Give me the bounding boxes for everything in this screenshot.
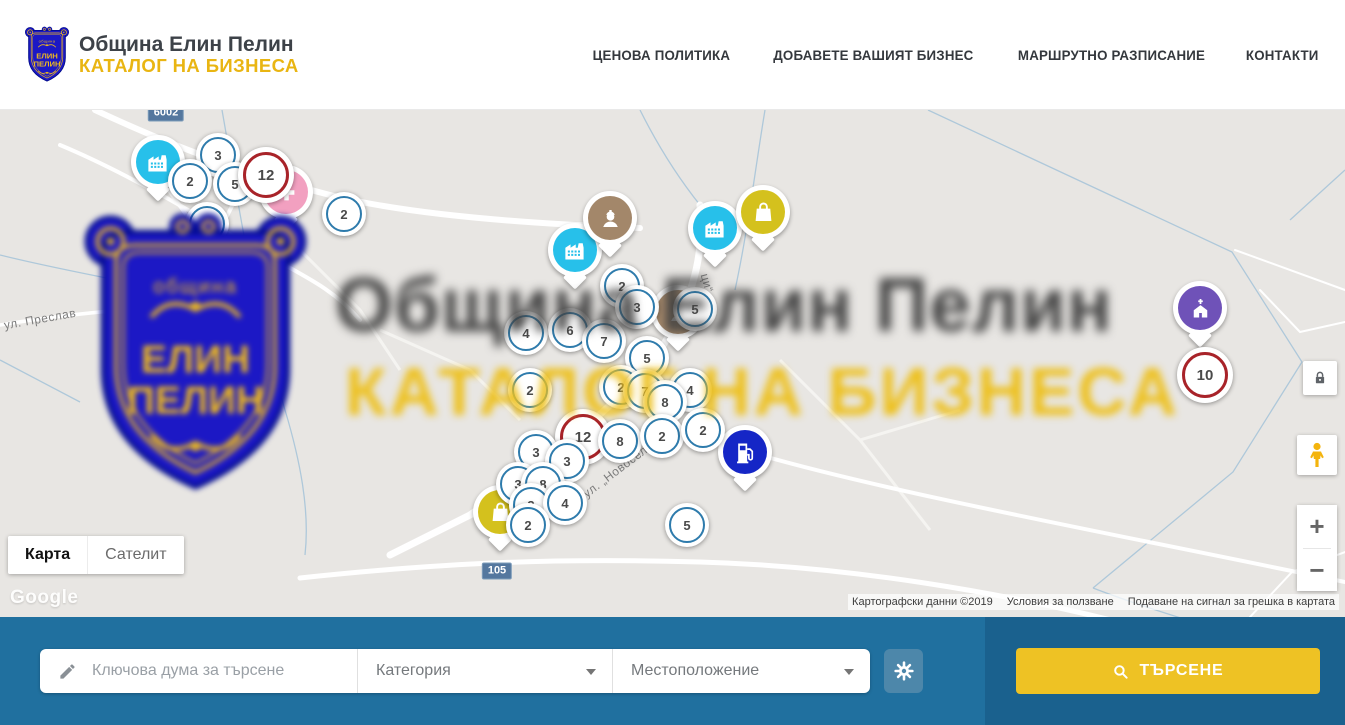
road-badge: 105 [482,563,512,580]
cluster-marker[interactable]: 12 [238,147,294,203]
report-error-link[interactable]: Подаване на сигнал за грешка в картата [1128,596,1335,608]
factory-pin[interactable] [688,201,742,255]
keyword-search-input[interactable] [90,661,334,681]
chevron-down-icon [844,669,854,675]
cluster-marker[interactable]: 7 [582,319,626,363]
location-select[interactable]: Местоположение [612,649,870,693]
bag-pin[interactable] [736,185,790,239]
cluster-marker[interactable]: 4 [543,481,587,525]
nav-add-business[interactable]: ДОБАВЕТЕ ВАШИЯТ БИЗНЕС [773,47,973,63]
map-view-button[interactable]: Карта [8,536,87,574]
cluster-marker[interactable]: 2 [508,368,552,412]
satellite-view-button[interactable]: Сателит [87,536,183,574]
map-canvas[interactable]: 6002 105 ул. Преслав бул. „Новоселци“ ци… [0,110,1345,617]
fuel-pin[interactable] [718,425,772,479]
pegman-icon [1305,442,1329,468]
cluster-marker[interactable]: 8 [598,419,642,463]
site-subtitle: КАТАЛОГ НА БИЗНЕСА [79,56,299,75]
municipality-crest-icon: община ЕЛИН ПЕЛИН [25,26,69,84]
main-nav: ЦЕНОВА ПОЛИТИКА ДОБАВЕТЕ ВАШИЯТ БИЗНЕС М… [589,47,1320,63]
cluster-marker[interactable]: 4 [504,311,548,355]
keyword-segment [40,649,357,693]
site-logo[interactable]: община ЕЛИН ПЕЛИН Община Елин Пелин КАТА… [25,26,299,84]
cluster-marker[interactable]: 2 [322,192,366,236]
header: община ЕЛИН ПЕЛИН Община Елин Пелин КАТА… [0,0,1345,110]
cluster-marker[interactable]: 5 [665,503,709,547]
zoom-out-button[interactable]: − [1297,549,1337,592]
category-value: Категория [376,662,451,680]
cluster-marker[interactable]: 5 [673,287,717,331]
search-bar: Категория Местоположение ТЪРСЕНЕ [0,617,1345,725]
factory-icon [693,206,737,250]
nav-contacts[interactable]: КОНТАКТИ [1245,47,1318,63]
fuel-icon [723,430,767,474]
lock-control[interactable] [1303,361,1337,395]
road-badge: 6002 [148,110,184,122]
zoom-in-button[interactable]: + [1297,505,1337,548]
zoom-control: + − [1297,505,1337,591]
search-submit-label: ТЪРСЕНЕ [1139,662,1223,680]
search-icon [1112,663,1129,680]
pencil-icon [58,662,77,681]
category-select[interactable]: Категория [357,649,612,693]
location-value: Местоположение [631,662,759,680]
church-pin[interactable] [1173,281,1227,335]
site-title: Община Елин Пелин [79,34,299,56]
chevron-down-icon [586,669,596,675]
crest-line2: ПЕЛИН [33,59,61,68]
street-view-pegman[interactable] [1297,435,1337,475]
cluster-marker[interactable]: 2 [506,503,550,547]
cluster-marker[interactable]: 2 [640,414,684,458]
worker-pin[interactable] [583,191,637,245]
advanced-settings-button[interactable] [884,649,923,693]
nav-route-schedule[interactable]: МАРШРУТНО РАЗПИСАНИЕ [1018,47,1205,63]
map-type-control: Карта Сателит [8,536,184,574]
cluster-marker[interactable]: 10 [1177,347,1233,403]
gear-icon [893,660,915,682]
cluster-marker[interactable]: 2 [681,408,725,452]
attribution-copyright: Картографски данни ©2019 [852,596,993,608]
map-attribution: Картографски данни ©2019 Условия за полз… [848,594,1339,610]
church-icon [1178,286,1222,330]
crest-top-word: община [39,38,56,43]
cluster-marker[interactable] [185,202,229,246]
cluster-marker[interactable]: 3 [615,285,659,329]
search-box: Категория Местоположение [40,649,870,693]
nav-pricing-policy[interactable]: ЦЕНОВА ПОЛИТИКА [593,47,731,63]
crest-line1: ЕЛИН [36,51,58,60]
padlock-icon [1311,369,1329,387]
terms-link[interactable]: Условия за ползване [1007,596,1114,608]
logo-text: Община Елин Пелин КАТАЛОГ НА БИЗНЕСА [79,34,299,75]
cluster-marker[interactable]: 2 [168,159,212,203]
worker-icon [588,196,632,240]
search-submit-button[interactable]: ТЪРСЕНЕ [1016,648,1320,694]
google-logo[interactable]: Google [10,587,78,609]
bag-icon [741,190,785,234]
